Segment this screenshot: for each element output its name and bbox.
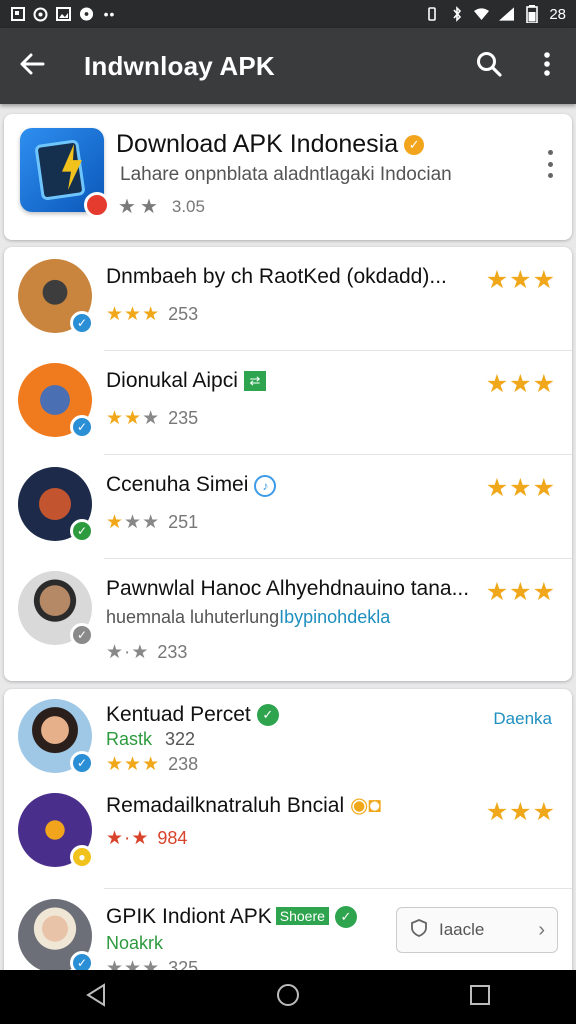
check-badge-icon: ✓ <box>256 704 279 726</box>
overflow-menu-button[interactable] <box>518 28 576 104</box>
item-title: Ccenuha Simei ♪ <box>106 473 277 497</box>
item-title: GPIK Indiont APK Shoere ✓ <box>106 905 357 929</box>
item-title: Dionukal Aipci ⇄ <box>106 369 266 393</box>
verified-icon: ✓ <box>70 311 94 335</box>
verified-icon: ✓ <box>70 519 94 543</box>
app-list-card: ✓ Kentuad Percet ✓ Rastk 322 ★★★ 238 Daen… <box>4 689 572 979</box>
featured-app-card[interactable]: Download APK Indonesia ✓ Lahare onpnblata… <box>4 114 572 240</box>
record-icon <box>33 7 48 22</box>
chevron-right-icon: › <box>538 918 545 941</box>
back-button[interactable] <box>0 28 64 104</box>
rating-stars: ★·★ <box>106 642 150 663</box>
vibrate-icon <box>424 7 439 22</box>
list-item[interactable]: ✓ Dionukal Aipci ⇄ ★★★ 235 ★★★ <box>4 351 572 455</box>
rating-stars: ★★★ <box>106 512 161 533</box>
rating-stars-large: ★★★ <box>485 578 556 606</box>
featured-rating: ★ ★ 3.05 <box>118 196 205 218</box>
rating-stars-large: ★★★ <box>485 370 556 398</box>
more-vert-icon <box>543 51 551 81</box>
nav-home-button[interactable] <box>258 970 318 1024</box>
search-icon <box>476 51 502 82</box>
rating-count: 238 <box>168 754 199 774</box>
arrow-left-icon <box>19 53 45 80</box>
emoji-badge-icon: ◉◘ <box>349 794 381 817</box>
wifi-icon <box>474 7 490 22</box>
more-notifications-icon: •• <box>103 6 116 22</box>
list-item[interactable]: ✓ Ccenuha Simei ♪ ★★★ 251 ★★★ <box>4 455 572 559</box>
rating-stars-large: ★★★ <box>485 798 556 826</box>
tag-badge: Shoere <box>275 907 329 925</box>
verified-badge-icon: ✓ <box>404 135 425 155</box>
open-button[interactable]: Iaacle › <box>396 907 558 953</box>
star-icon: ★ <box>139 196 158 218</box>
avatar: ● <box>18 793 94 869</box>
check-badge-icon: ✓ <box>334 906 357 928</box>
verified-icon: ✓ <box>70 415 94 439</box>
rating-stars-large: ★★★ <box>485 266 556 294</box>
verified-icon: ● <box>70 845 94 869</box>
item-link[interactable]: Daenka <box>493 709 552 729</box>
item-subtitle: Noakrk <box>106 933 164 953</box>
shuffle-badge-icon: ⇄ <box>243 371 266 391</box>
featured-subtitle: Lahare onpnblata aladntlagaki Indocian <box>120 164 452 185</box>
rating-count: 984 <box>157 828 188 848</box>
signal-icon <box>499 7 515 22</box>
rating-stars: ★★★ <box>106 408 161 429</box>
nav-recents-button[interactable] <box>450 970 510 1024</box>
avatar: ✓ <box>18 899 94 975</box>
gallery-icon <box>56 7 71 22</box>
list-item[interactable]: ● Remadailknatraluh Bncial ◉◘ ★·★ 984 ★★… <box>4 785 572 889</box>
featured-more-button[interactable] <box>542 144 558 184</box>
verified-icon: ✓ <box>70 623 94 647</box>
status-time: 28 <box>549 5 566 23</box>
item-subtitle: huemnala luhuterlungIbypinohdekla <box>106 607 391 627</box>
bluetooth-icon <box>449 6 464 22</box>
avatar: ✓ <box>18 259 94 335</box>
page-title: Indwnloay APK <box>84 50 275 81</box>
rating-stars: ★★★ <box>106 304 161 325</box>
app-list-card: ✓ Dnmbaeh by ch RaotKed (okdadd)... ★★★ … <box>4 247 572 681</box>
shield-icon <box>409 918 429 943</box>
verified-icon: ✓ <box>70 751 94 775</box>
back-triangle-icon <box>85 982 107 1012</box>
rating-count: 253 <box>168 304 199 324</box>
list-item[interactable]: ✓ Dnmbaeh by ch RaotKed (okdadd)... ★★★ … <box>4 247 572 351</box>
item-title: Dnmbaeh by ch RaotKed (okdadd)... <box>106 265 447 288</box>
rating-count: 235 <box>168 408 199 428</box>
item-title: Kentuad Percet ✓ <box>106 703 279 727</box>
rating-stars: ★·★ <box>106 828 150 849</box>
list-item[interactable]: ✓ Kentuad Percet ✓ Rastk 322 ★★★ 238 Daen… <box>4 689 572 785</box>
image-icon <box>10 7 25 22</box>
nav-back-button[interactable] <box>66 970 126 1024</box>
app-bar: Indwnloay APK <box>0 28 576 104</box>
item-title: Pawnwlal Hanoc Alhyehdnauino tana... <box>106 577 470 600</box>
chat-icon <box>79 7 94 22</box>
item-subtitle: Rastk 322 <box>106 729 196 749</box>
star-icon: ★ <box>118 196 136 218</box>
app-icon <box>20 128 110 218</box>
list-item[interactable]: ✓ Pawnwlal Hanoc Alhyehdnauino tana... h… <box>4 559 572 679</box>
battery-icon <box>524 5 539 23</box>
status-bar: •• 28 <box>0 0 576 28</box>
featured-title: Download APK Indonesia ✓ <box>116 130 425 159</box>
recents-square-icon <box>469 984 491 1011</box>
avatar: ✓ <box>18 699 94 775</box>
rating-stars-large: ★★★ <box>485 474 556 502</box>
avatar: ✓ <box>18 571 94 647</box>
search-button[interactable] <box>460 28 518 104</box>
item-title: Remadailknatraluh Bncial ◉◘ <box>106 794 381 817</box>
rating-count: 233 <box>157 642 188 662</box>
open-button-label: Iaacle <box>439 920 485 939</box>
rating-stars: ★★★ <box>106 754 161 775</box>
avatar: ✓ <box>18 363 94 439</box>
list-item[interactable]: ✓ GPIK Indiont APK Shoere ✓ Noakrk ★★★ 325… <box>4 889 572 979</box>
music-badge-icon: ♪ <box>254 475 277 497</box>
home-circle-icon <box>276 983 300 1012</box>
rating-count: 251 <box>168 512 199 532</box>
avatar: ✓ <box>18 467 94 543</box>
system-nav-bar <box>0 970 576 1024</box>
